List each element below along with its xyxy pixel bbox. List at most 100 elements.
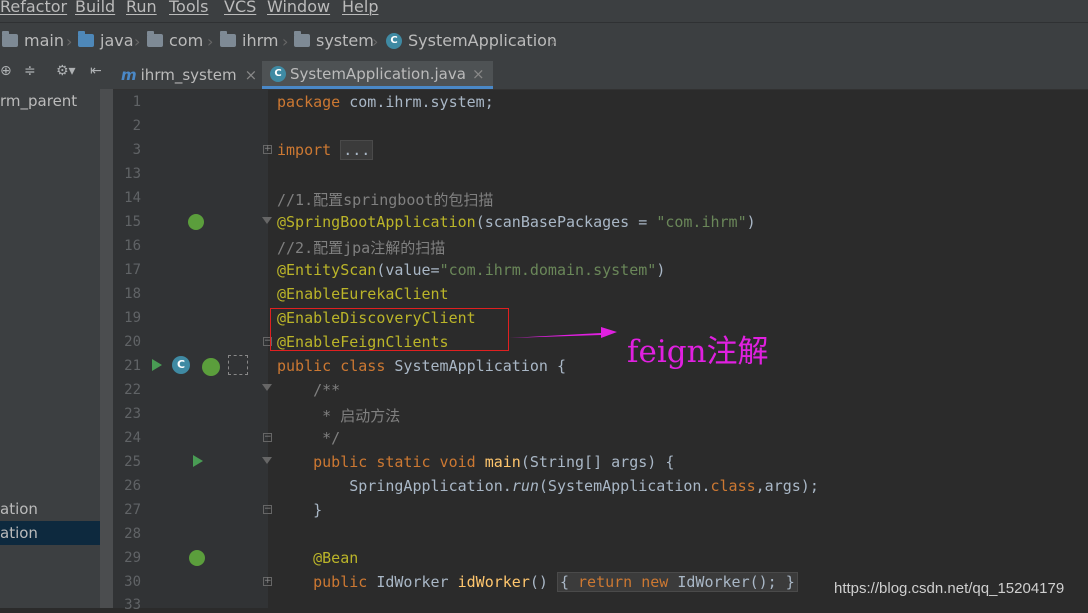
crumb-com[interactable]: com — [147, 31, 203, 50]
fold-end-icon[interactable]: − — [263, 505, 272, 514]
menu-tools[interactable]: Tools — [169, 0, 208, 16]
code-token: run — [511, 477, 539, 495]
spring-bean-icon[interactable] — [189, 550, 205, 566]
line-number: 24 — [124, 430, 141, 446]
chevron-right-icon: › — [550, 32, 557, 51]
chevron-right-icon: › — [207, 32, 214, 51]
code-token: public — [277, 573, 377, 591]
breadcrumb: main › java › com › ihrm › system › C Sys… — [0, 22, 1088, 62]
chevron-right-icon: › — [134, 32, 141, 51]
menu-build[interactable]: Build — [75, 0, 115, 16]
menu-window[interactable]: Window — [267, 0, 330, 16]
sidebar-scrollbar[interactable] — [100, 89, 113, 608]
spring-config-icon[interactable] — [228, 355, 248, 375]
code-line-15: @SpringBootApplication(scanBasePackages … — [277, 213, 756, 231]
tree-item-selected[interactable]: ation — [0, 521, 113, 545]
spring-boot-gutter-icon[interactable] — [188, 214, 204, 230]
folded-imports[interactable]: ... — [340, 140, 374, 160]
crumb-system[interactable]: system — [294, 31, 374, 50]
code-token: public class — [277, 357, 395, 375]
line-number: 16 — [124, 238, 141, 254]
highlight-box — [270, 308, 509, 351]
tree-item[interactable]: ation — [0, 500, 100, 518]
folder-icon — [147, 31, 163, 47]
editor-tabs: m ihrm_system × C SystemApplication.java… — [113, 61, 1088, 90]
line-number: 30 — [124, 574, 141, 590]
line-number: 18 — [124, 286, 141, 302]
code-line-24: */ — [277, 429, 341, 447]
line-number: 17 — [124, 262, 141, 278]
menu-run[interactable]: Run — [126, 0, 157, 16]
locate-icon[interactable]: ⊕ — [0, 63, 12, 79]
code-line-30: public IdWorker idWorker() { return new … — [277, 572, 798, 592]
line-number: 15 — [124, 214, 141, 230]
spring-bean-icon[interactable] — [202, 358, 220, 376]
tab-label: ihrm_system — [140, 66, 237, 84]
close-icon[interactable]: × — [472, 65, 485, 83]
crumb-main[interactable]: main — [2, 31, 64, 50]
line-number: 22 — [124, 382, 141, 398]
line-number: 28 — [124, 526, 141, 542]
fold-collapse-icon[interactable] — [262, 457, 272, 464]
crumb-label: SystemApplication — [408, 31, 558, 50]
spring-class-icon[interactable]: C — [172, 356, 190, 374]
fold-end-icon[interactable]: − — [263, 433, 272, 442]
code-token: { — [559, 573, 579, 591]
crumb-label: java — [100, 31, 134, 50]
callout-label: feign注解 — [627, 334, 769, 370]
chevron-right-icon: › — [66, 32, 73, 51]
menu-help[interactable]: Help — [342, 0, 378, 16]
folder-icon — [294, 31, 310, 47]
close-icon[interactable]: × — [245, 66, 258, 84]
hide-icon[interactable]: ⇤ — [90, 63, 102, 79]
folder-icon — [2, 31, 18, 47]
crumb-java[interactable]: java — [78, 31, 134, 50]
code-token: public static void — [277, 453, 485, 471]
run-icon[interactable] — [152, 359, 162, 371]
menu-refactor[interactable]: Refactor — [0, 0, 67, 16]
code-line-27: } — [277, 501, 323, 519]
collapse-icon[interactable]: ≑ — [24, 63, 36, 79]
code-token: ,args); — [755, 477, 819, 495]
run-icon[interactable] — [193, 455, 203, 467]
code-token: idWorker — [457, 573, 530, 591]
code-token: return new — [578, 573, 678, 591]
code-line-25: public static void main(String[] args) { — [277, 453, 674, 471]
code-line-29: @Bean — [277, 549, 359, 567]
folded-method-body[interactable]: { return new IdWorker(); } — [556, 572, 798, 592]
folder-icon — [220, 31, 236, 47]
gear-icon[interactable]: ⚙▾ — [56, 63, 76, 79]
fold-expand-icon[interactable]: + — [263, 577, 272, 586]
code-line-1: package com.ihrm.system; — [277, 93, 494, 111]
chevron-right-icon: › — [372, 32, 379, 51]
tree-item-parent[interactable]: rm_parent — [0, 92, 77, 110]
code-token: (SystemApplication. — [538, 477, 711, 495]
line-number: 14 — [124, 190, 141, 206]
project-toolbar: ⊕ ≑ ⚙▾ ⇤ — [0, 63, 113, 87]
tab-label: SystemApplication.java — [290, 64, 466, 83]
tab-systemapplication[interactable]: C SystemApplication.java × — [262, 61, 493, 89]
code-token: } — [785, 573, 795, 591]
maven-module-icon: m — [121, 66, 137, 84]
menu-vcs[interactable]: VCS — [224, 0, 256, 16]
code-line-3: import ... — [277, 140, 374, 160]
fold-collapse-icon[interactable] — [262, 217, 272, 224]
code-line-16: //2.配置jpa注解的扫描 — [277, 239, 446, 257]
code-token: @SpringBootApplication — [277, 213, 476, 231]
spring-class-icon: C — [270, 65, 286, 82]
line-number: 25 — [124, 454, 141, 470]
crumb-label: ihrm — [242, 31, 279, 50]
fold-collapse-icon[interactable] — [262, 384, 272, 391]
line-number: 19 — [124, 310, 141, 326]
crumb-ihrm[interactable]: ihrm — [220, 31, 278, 50]
code-token: package — [277, 93, 341, 111]
code-line-23: * 启动方法 — [277, 407, 401, 425]
tab-ihrm-system[interactable]: m ihrm_system × — [113, 61, 265, 89]
line-number: 1 — [132, 94, 141, 110]
code-token: com.ihrm.system; — [340, 93, 494, 111]
fold-expand-icon[interactable]: + — [263, 145, 272, 154]
menu-bar: Refactor Build Run Tools VCS Window Help — [0, 0, 1088, 22]
crumb-systemapplication[interactable]: C SystemApplication — [386, 31, 557, 50]
line-number: 29 — [124, 550, 141, 566]
code-token: SystemApplication { — [394, 357, 566, 375]
